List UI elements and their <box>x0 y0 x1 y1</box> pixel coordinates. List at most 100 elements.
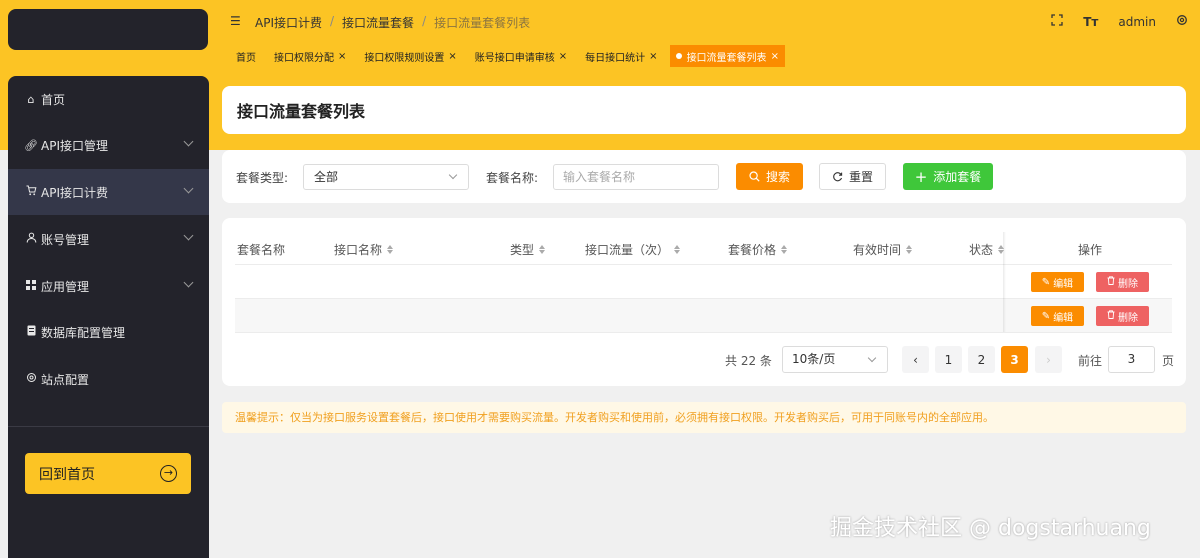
tab-api-permission[interactable]: 接口权限分配 × <box>268 45 352 67</box>
goto-label: 前往 <box>1078 354 1103 368</box>
page-button-current[interactable]: 3 <box>1001 346 1028 373</box>
chevron-right-icon: › <box>1046 352 1051 367</box>
next-page-button[interactable]: › <box>1035 346 1062 373</box>
grid-icon <box>24 279 38 293</box>
edit-icon: ✎ <box>1041 276 1051 288</box>
package-type-label: 套餐类型: <box>236 171 289 185</box>
breadcrumb-separator: / <box>330 14 335 28</box>
reset-label: 重置 <box>848 170 873 184</box>
close-icon[interactable]: × <box>559 51 567 62</box>
tab-home[interactable]: 首页 <box>230 45 262 67</box>
sidebar-item-label: 应用管理 <box>41 279 90 294</box>
goto-unit: 页 <box>1162 354 1175 368</box>
sidebar-item-app[interactable]: 应用管理 <box>8 263 209 309</box>
column-header-type[interactable]: 类型 <box>510 241 546 258</box>
column-header-label: 套餐名称 <box>237 243 286 257</box>
sidebar-item-api-manage[interactable]: 🔗︎ API接口管理 <box>8 122 209 168</box>
tab-apply-review[interactable]: 账号接口申请审核 × <box>469 45 573 67</box>
outdent-icon[interactable]: ☰ <box>230 14 241 28</box>
delete-label: 删除 <box>1118 312 1138 324</box>
page-size-value: 10条/页 <box>792 352 836 366</box>
database-icon <box>24 325 38 339</box>
prev-page-button[interactable]: ‹ <box>902 346 929 373</box>
add-package-button[interactable]: + 添加套餐 <box>903 163 993 190</box>
sort-icon[interactable] <box>674 245 681 254</box>
tab-label: 接口权限分配 <box>274 52 334 64</box>
chevron-down-icon <box>867 353 877 363</box>
column-header-name: 套餐名称 <box>237 241 285 258</box>
tab-label: 接口流量套餐列表 <box>686 52 767 64</box>
arrow-right-icon: → <box>160 465 177 482</box>
tab-label: 首页 <box>236 52 256 64</box>
page-number: 2 <box>977 352 986 367</box>
edit-button[interactable]: ✎ 编辑 <box>1031 306 1084 326</box>
package-name-input[interactable] <box>553 164 719 190</box>
home-icon: ⌂ <box>27 92 35 106</box>
back-home-button[interactable]: 回到首页 → <box>25 453 191 494</box>
tab-label: 每日接口统计 <box>585 52 646 64</box>
sidebar-item-home[interactable]: ⌂ 首页 <box>8 76 209 122</box>
fixed-column-shadow <box>1003 232 1006 332</box>
reset-button[interactable]: 重置 <box>819 163 886 190</box>
column-header-status[interactable]: 状态 <box>969 241 1005 258</box>
column-header-label: 接口流量（次） <box>585 243 670 257</box>
refresh-icon <box>833 172 843 182</box>
page-button[interactable]: 2 <box>968 346 995 373</box>
goto-page-input[interactable]: 3 <box>1108 346 1155 373</box>
sidebar-item-database[interactable]: 数据库配置管理 <box>8 309 209 355</box>
back-home-label: 回到首页 <box>39 466 95 483</box>
page-button[interactable]: 1 <box>935 346 962 373</box>
delete-button[interactable]: 删除 <box>1096 272 1149 292</box>
active-dot-icon <box>675 53 682 59</box>
sort-icon[interactable] <box>387 245 394 254</box>
search-button[interactable]: 搜索 <box>736 163 803 190</box>
package-type-select[interactable]: 全部 <box>303 164 469 190</box>
add-package-label: 添加套餐 <box>933 170 982 184</box>
close-icon[interactable]: × <box>649 51 657 62</box>
chevron-down-icon <box>183 230 194 241</box>
gear-icon <box>24 372 38 386</box>
close-icon[interactable]: × <box>771 51 779 62</box>
column-header-valid-time[interactable]: 有效时间 <box>853 241 913 258</box>
edit-label: 编辑 <box>1053 312 1074 324</box>
chevron-down-icon <box>183 277 194 288</box>
tip-banner: 温馨提示：仅当为接口服务设置套餐后，接口使用才需要购买流量。开发者购买和使用前，… <box>222 402 1186 433</box>
sort-icon[interactable] <box>781 245 788 254</box>
search-label: 搜索 <box>765 170 790 184</box>
close-icon[interactable]: × <box>338 51 346 62</box>
page-number: 3 <box>1010 352 1019 367</box>
delete-button[interactable]: 删除 <box>1096 306 1149 326</box>
trash-icon <box>1107 310 1115 322</box>
gear-icon[interactable] <box>1176 14 1188 29</box>
tab-package-list[interactable]: 接口流量套餐列表 × <box>669 45 785 67</box>
page-number: 1 <box>944 352 953 367</box>
sidebar-item-api-billing[interactable]: API接口计费 <box>8 169 209 215</box>
chevron-left-icon: ‹ <box>913 352 918 367</box>
breadcrumb-item-billing[interactable]: API接口计费 <box>255 14 322 31</box>
fullscreen-icon[interactable] <box>1051 14 1063 29</box>
column-header-traffic[interactable]: 接口流量（次） <box>585 241 681 258</box>
breadcrumb-item-package[interactable]: 接口流量套餐 <box>342 14 414 31</box>
column-header-api-name[interactable]: 接口名称 <box>334 241 394 258</box>
sidebar-item-site-config[interactable]: 站点配置 <box>8 356 209 402</box>
sidebar-item-account[interactable]: 账号管理 <box>8 216 209 262</box>
tab-permission-rules[interactable]: 接口权限规则设置 × <box>358 45 462 67</box>
column-header-label: 有效时间 <box>853 243 902 257</box>
sort-icon[interactable] <box>539 245 546 254</box>
table-row-divider <box>235 298 1172 299</box>
tab-daily-stats[interactable]: 每日接口统计 × <box>579 45 663 67</box>
sidebar-item-label: 站点配置 <box>41 372 90 387</box>
close-icon[interactable]: × <box>448 51 456 62</box>
breadcrumb-item-current: 接口流量套餐列表 <box>434 16 531 30</box>
column-header-label: 状态 <box>969 243 994 257</box>
tab-label: 账号接口申请审核 <box>474 52 555 64</box>
chevron-down-icon <box>183 183 194 194</box>
column-header-price[interactable]: 套餐价格 <box>728 241 788 258</box>
sort-icon[interactable] <box>906 245 913 254</box>
page-size-select[interactable]: 10条/页 <box>782 346 888 373</box>
tab-label: 接口权限规则设置 <box>364 52 445 64</box>
user-name[interactable]: admin <box>1118 15 1156 29</box>
chevron-down-icon <box>183 136 194 147</box>
font-size-icon[interactable]: Tт <box>1083 15 1098 29</box>
edit-button[interactable]: ✎ 编辑 <box>1031 272 1084 292</box>
